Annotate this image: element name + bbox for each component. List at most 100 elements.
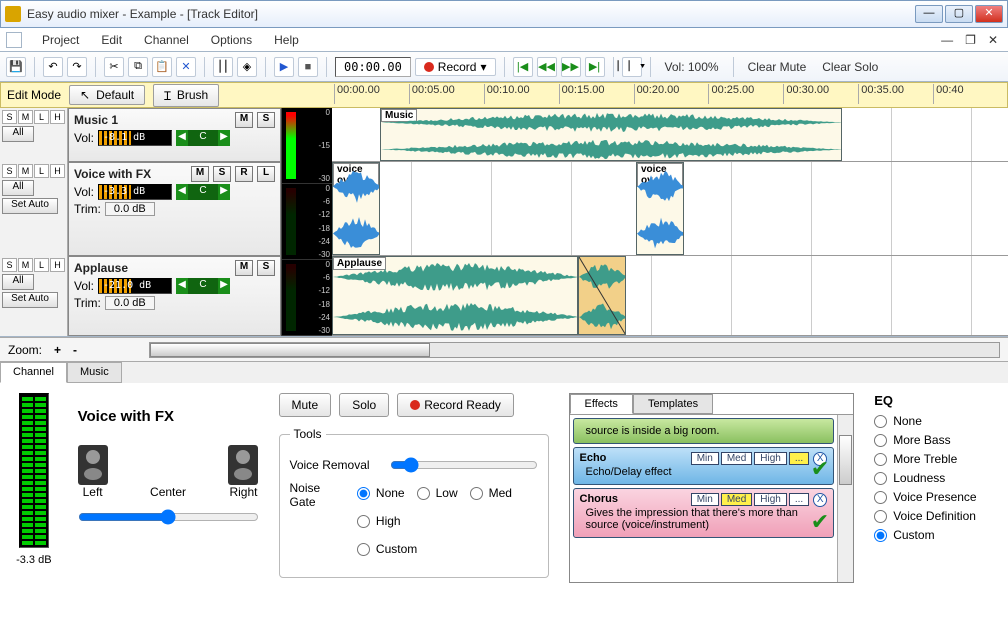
track-size-s[interactable]: S [2,164,17,178]
waveform-lane[interactable]: voice ov voice ov [332,162,1008,256]
play-icon[interactable]: ▶ [274,57,294,77]
track-size-l[interactable]: L [34,110,49,124]
stop-icon[interactable]: ■ [298,57,318,77]
effect-item[interactable]: EchoXMinMedHigh...Echo/Delay effect✔ [573,447,835,485]
track-s-button[interactable]: S [213,166,231,182]
track-all-button[interactable]: All [2,126,34,142]
track-size-m[interactable]: M [18,110,33,124]
menu-options[interactable]: Options [201,31,262,49]
audio-clip[interactable]: voice ov [332,162,380,255]
fx-tab-templates[interactable]: Templates [633,394,713,414]
goto-start-icon[interactable]: |◀ [513,57,533,77]
effect-level-high[interactable]: High [754,493,787,506]
track-size-m[interactable]: M [18,164,33,178]
voice-removal-slider[interactable] [390,457,538,473]
snap-icon[interactable]: ⎸⎸▾ [622,57,642,77]
track-size-h[interactable]: H [50,258,65,272]
trim-value[interactable]: 0.0 dB [105,296,155,310]
fastforward-icon[interactable]: ▶▶ [561,57,581,77]
track-m-button[interactable]: M [235,112,253,128]
trim-icon[interactable]: ◈ [237,57,257,77]
window-maximize-button[interactable]: ▢ [945,5,973,23]
audio-clip[interactable] [578,256,626,335]
noise-gate-low[interactable]: Low [417,486,458,500]
redo-icon[interactable]: ↷ [67,57,87,77]
track-m-button[interactable]: M [191,166,209,182]
window-minimize-button[interactable]: — [915,5,943,23]
track-r-button[interactable]: R [235,166,253,182]
track-header[interactable]: ApplauseMSVol:-21.0 dB◀C▶Trim:0.0 dB [68,256,281,336]
effect-level-min[interactable]: Min [691,493,719,506]
goto-end-icon[interactable]: ▶| [585,57,605,77]
tab-music[interactable]: Music [67,362,122,383]
save-icon[interactable]: 💾 [6,57,26,77]
mute-button[interactable]: Mute [279,393,332,417]
delete-icon[interactable]: ✕ [176,57,196,77]
effect-level-...[interactable]: ... [789,493,809,506]
track-size-s[interactable]: S [2,258,17,272]
pan-control[interactable]: ◀C▶ [176,278,230,294]
audio-clip[interactable]: Music [380,108,842,161]
scrollbar-thumb[interactable] [150,343,430,357]
track-all-button[interactable]: All [2,274,34,290]
brush-tool-button[interactable]: ꞮBrush [153,84,219,107]
volume-display[interactable]: -8.1 dB [98,130,172,146]
paste-icon[interactable]: 📋 [152,57,172,77]
volume-label[interactable]: Vol: 100% [659,60,725,74]
effect-level-...[interactable]: ... [789,452,809,465]
audio-clip[interactable]: voice ov [636,162,684,255]
solo-button[interactable]: Solo [339,393,389,417]
pan-slider[interactable] [78,509,259,525]
record-button[interactable]: Record ▾ [415,58,496,76]
menu-channel[interactable]: Channel [134,31,199,49]
audio-clip[interactable]: Applause [332,256,578,335]
volume-display[interactable]: -21.0 dB [98,278,172,294]
child-restore[interactable]: ❐ [961,33,980,47]
eq-more-treble[interactable]: More Treble [874,452,998,466]
fx-tab-effects[interactable]: Effects [570,394,633,414]
track-s-button[interactable]: S [257,112,275,128]
track-size-h[interactable]: H [50,110,65,124]
eq-loudness[interactable]: Loudness [874,471,998,485]
track-size-l[interactable]: L [34,164,49,178]
menu-project[interactable]: Project [32,31,89,49]
noise-gate-high[interactable]: High [357,514,401,528]
effect-item[interactable]: ChorusXMinMedHigh...Gives the impression… [573,488,835,538]
volume-display[interactable]: -3.3 dB [98,184,172,200]
effect-level-med[interactable]: Med [721,452,752,465]
eq-custom[interactable]: Custom [874,528,998,542]
effect-level-med[interactable]: Med [721,493,752,506]
eq-none[interactable]: None [874,414,998,428]
track-all-button[interactable]: All [2,180,34,196]
window-close-button[interactable]: ✕ [975,5,1003,23]
zoom-out-button[interactable]: - [73,343,77,357]
undo-icon[interactable]: ↶ [43,57,63,77]
track-size-m[interactable]: M [18,258,33,272]
tab-channel[interactable]: Channel [0,362,67,383]
set-auto-button[interactable]: Set Auto [2,292,58,308]
split-icon[interactable]: ⎮⎮ [213,57,233,77]
trim-value[interactable]: 0.0 dB [105,202,155,216]
waveform-lane[interactable]: Applause [332,256,1008,336]
noise-gate-med[interactable]: Med [470,486,512,500]
child-close[interactable]: ✕ [984,33,1002,47]
horizontal-scrollbar[interactable] [149,342,1000,358]
eq-more-bass[interactable]: More Bass [874,433,998,447]
menu-edit[interactable]: Edit [91,31,132,49]
track-size-h[interactable]: H [50,164,65,178]
pan-control[interactable]: ◀C▶ [176,130,230,146]
effect-level-high[interactable]: High [754,452,787,465]
track-m-button[interactable]: M [235,260,253,276]
waveform-lane[interactable]: Music [332,108,1008,162]
effects-scrollbar[interactable] [837,415,853,582]
noise-gate-custom[interactable]: Custom [357,542,538,556]
cut-icon[interactable]: ✂ [104,57,124,77]
set-auto-button[interactable]: Set Auto [2,198,58,214]
pan-control[interactable]: ◀C▶ [176,184,230,200]
eq-voice-definition[interactable]: Voice Definition [874,509,998,523]
track-s-button[interactable]: S [257,260,275,276]
track-size-s[interactable]: S [2,110,17,124]
track-header[interactable]: Voice with FXMSRLVol:-3.3 dB◀C▶Trim:0.0 … [68,162,281,256]
rewind-icon[interactable]: ◀◀ [537,57,557,77]
menu-help[interactable]: Help [264,31,309,49]
